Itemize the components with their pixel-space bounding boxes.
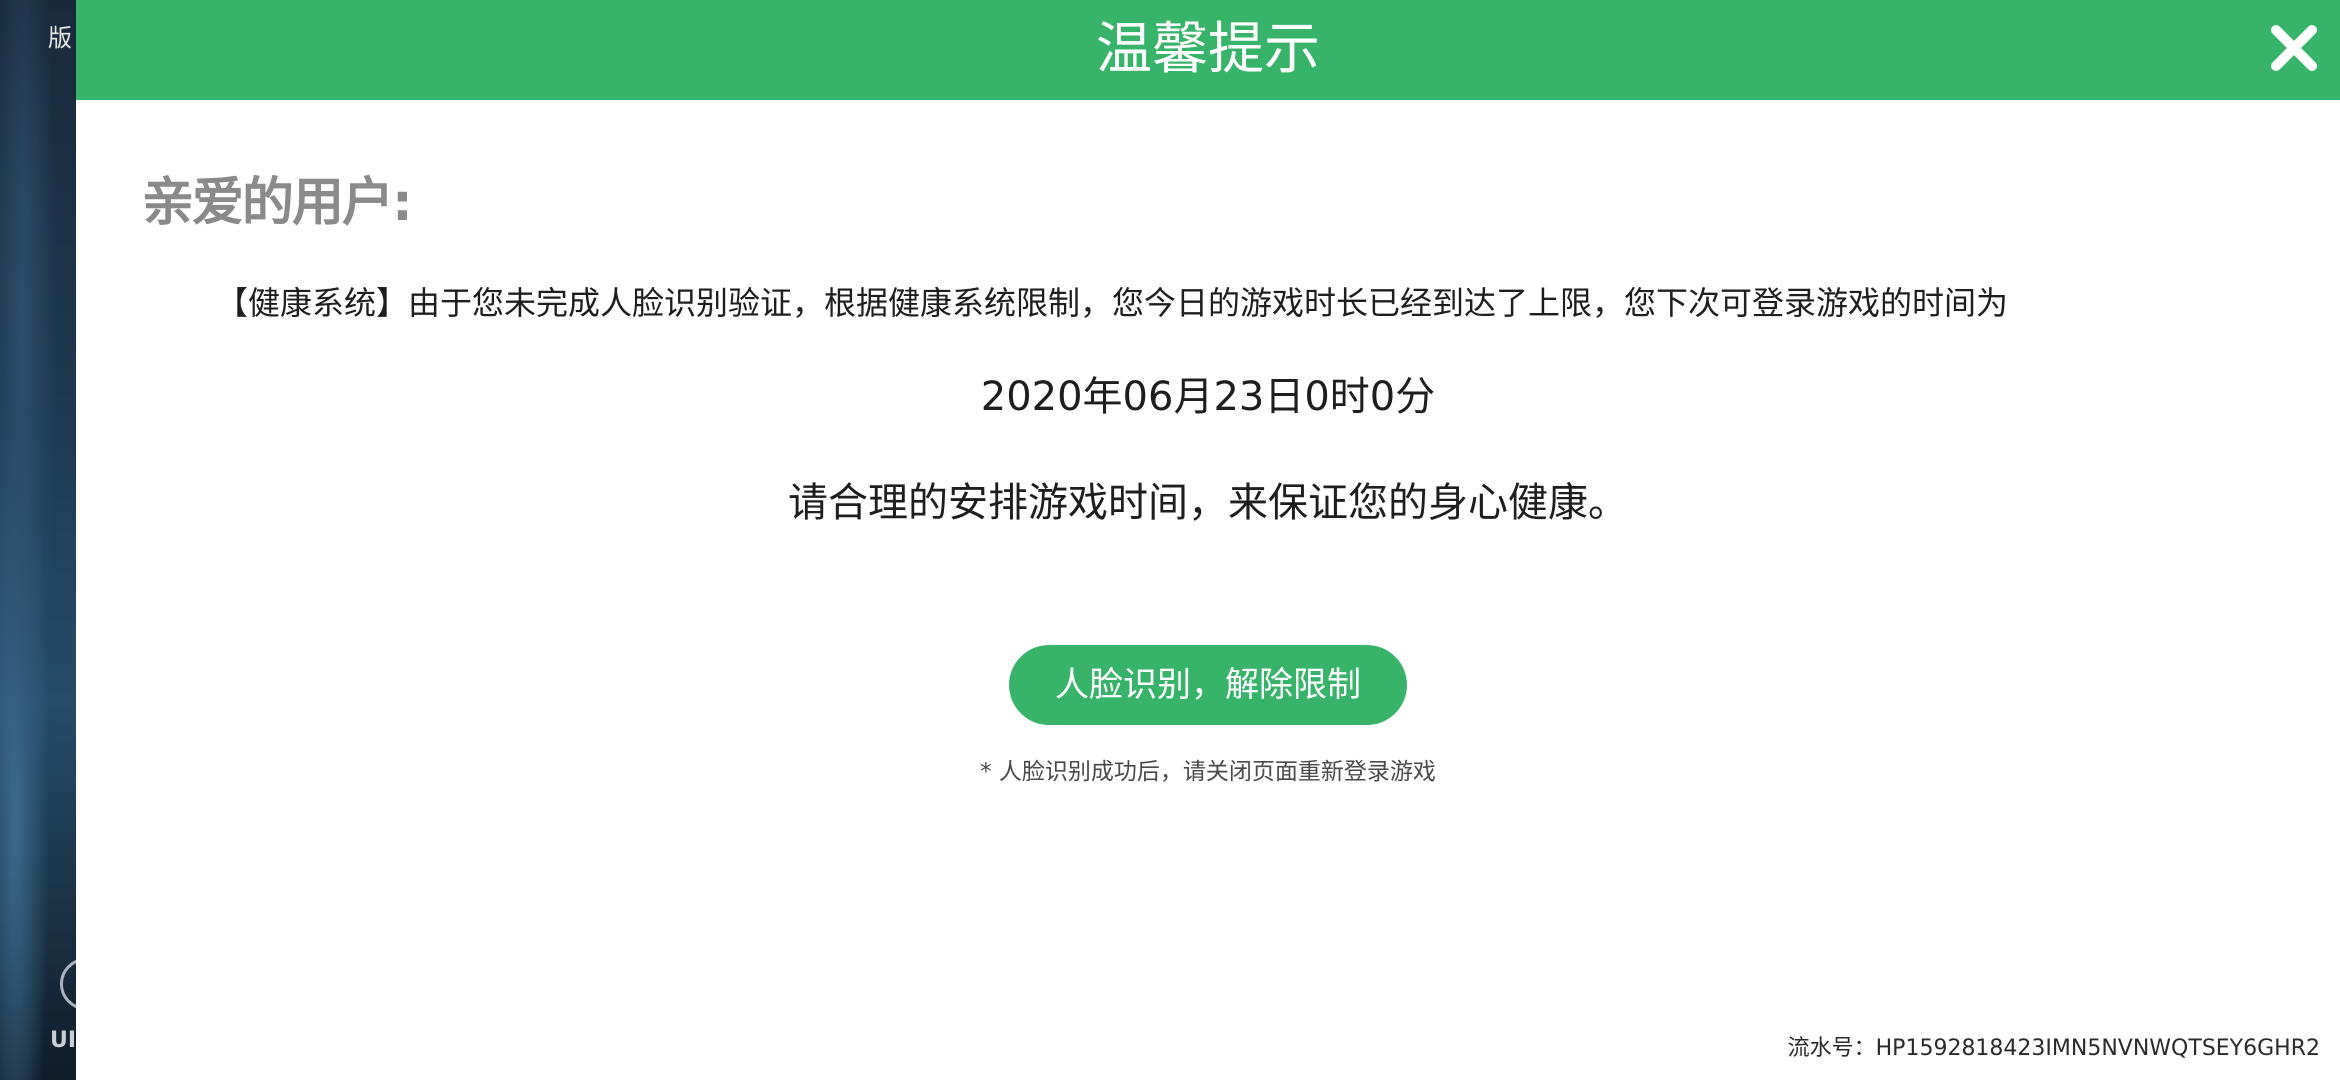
background-bottom-text: UI [50,1028,76,1053]
close-button[interactable] [2266,20,2322,76]
health-notice-dialog: 温馨提示 亲爱的用户: 【健康系统】由于您未完成人脸识别验证，根据健康系统限制，… [76,0,2340,1080]
greeting-text: 亲爱的用户: [142,173,413,233]
background-game-art: 版 UI [0,0,76,1080]
face-recognition-hint: * 人脸识别成功后，请关闭页面重新登录游戏 [980,759,1436,785]
close-icon [2271,25,2317,71]
health-system-notice: 【健康系统】由于您未完成人脸识别验证，根据健康系统限制，您今日的游戏时长已经到达… [216,284,2009,322]
background-top-text: 版 [48,24,72,52]
background-logo [60,958,76,1010]
dialog-header: 温馨提示 [76,0,2340,100]
health-advice: 请合理的安排游戏时间，来保证您的身心健康。 [788,480,1628,526]
serial-number: 流水号：HP1592818423IMN5NVNWQTSEY6GHR2 [1787,1036,2320,1061]
dialog-title: 温馨提示 [1096,17,1320,82]
next-login-time: 2020年06月23日0时0分 [980,374,1436,420]
face-recognition-button[interactable]: 人脸识别，解除限制 [1009,645,1407,725]
